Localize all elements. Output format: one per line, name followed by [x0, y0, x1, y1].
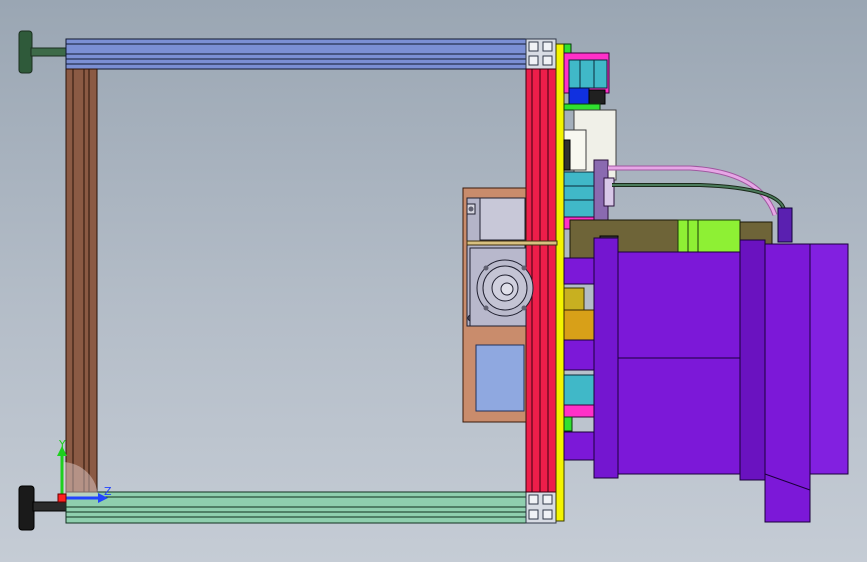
top-corner-brackets[interactable] — [525, 38, 557, 70]
top-leveling-foot[interactable] — [18, 30, 68, 74]
bottom-leveling-foot[interactable] — [18, 485, 68, 531]
assembly-drawing: Y Z — [18, 30, 849, 531]
purple-spindle-assembly[interactable] — [563, 237, 849, 523]
x-axis-marker — [57, 493, 67, 503]
bottom-corner-brackets[interactable] — [525, 491, 557, 524]
driver-board[interactable] — [475, 344, 525, 412]
z-axis-label: Z — [104, 485, 112, 498]
stepper-motor[interactable] — [469, 247, 534, 327]
left-frame-post[interactable] — [65, 68, 98, 493]
top-frame-rail[interactable] — [65, 38, 529, 70]
y-axis-label: Y — [58, 438, 66, 451]
cad-viewport[interactable]: Y Z — [0, 0, 867, 562]
bottom-frame-rail[interactable] — [65, 491, 529, 524]
top-cylinder-block[interactable] — [563, 52, 610, 111]
